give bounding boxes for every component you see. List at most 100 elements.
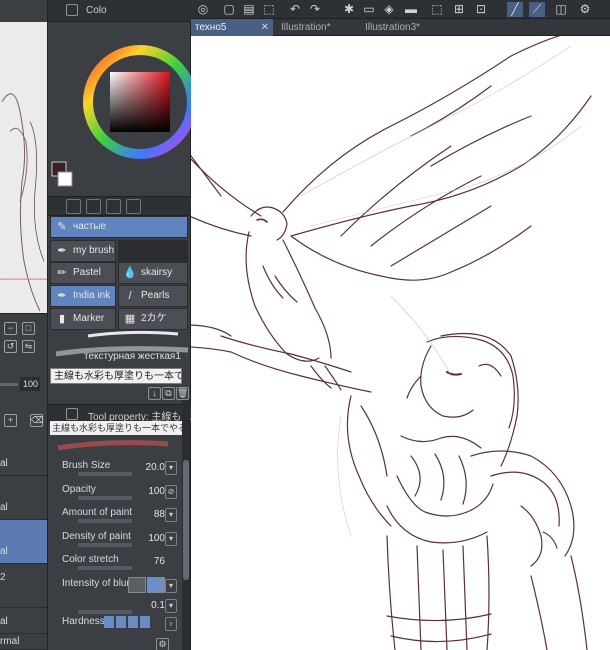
brush-size-slider[interactable] [78,472,132,476]
color-panel-title: Colo [86,5,107,16]
scrollbar-thumb[interactable] [183,460,189,580]
snap-grid-icon[interactable]: ◫ [553,2,569,17]
color-wheel-area[interactable] [48,22,191,192]
amount-of-paint-row[interactable]: Amount of paint 88 ▾ [48,505,191,528]
line-art-illustration [191,36,592,650]
tool-property-scrollbar[interactable] [182,400,190,650]
panel-menu-icon[interactable] [66,4,78,16]
pen-tab[interactable] [66,199,81,214]
grid-icon[interactable]: ⊡ [473,2,489,17]
link-icon[interactable]: ⊘ [165,485,177,499]
play-icon[interactable] [147,577,165,593]
amount-of-paint-slider[interactable] [78,519,132,523]
chevron-right-icon[interactable]: › [165,617,177,631]
drop-icon: 💧 [123,267,137,279]
ruler-icon[interactable]: ╱ [507,2,523,17]
dropdown-icon[interactable]: ▾ [165,532,177,546]
transform-icon[interactable]: ✱ [341,2,357,17]
brush-palette-tabs [48,196,191,216]
document-tab[interactable]: Illustration3* [361,19,451,36]
opacity-slider[interactable] [78,496,132,500]
pen-icon: / [128,290,132,302]
layer-row[interactable]: al [0,590,47,634]
document-tab[interactable]: Illustration* [277,19,359,36]
tool-property-header: Tool property: 主線も水彩も [48,404,211,423]
left-panel: Colo ✎ частые ✒ my brush ✏ Pastel 💧 skai… [48,0,211,650]
layer-opacity-value[interactable]: 100 [20,377,40,391]
sub-tool-item[interactable]: ▮ Marker [50,308,116,330]
brush-icon: ▦ [124,313,136,325]
settings-icon[interactable]: ⚙ [577,2,593,17]
dropdown-icon[interactable]: ▾ [165,461,177,475]
sub-tool-item[interactable]: / Pearls [118,285,188,307]
flip-icon[interactable]: ⇋ [22,340,35,353]
hardness-row[interactable]: Hardness › [48,614,191,637]
decoration-tab[interactable] [126,199,141,214]
layer-opacity-slider[interactable] [0,383,18,386]
color-stretch-slider[interactable] [78,566,132,570]
tool-property-stroke [48,436,191,456]
hardness-steps[interactable] [104,616,152,628]
sub-tool-item[interactable]: ✏ Pastel [50,262,116,284]
layer-row[interactable]: al [0,432,47,476]
color-wheel-icon[interactable] [48,22,191,192]
save-icon[interactable]: ⬚ [261,2,277,17]
snap-icon[interactable]: ⟋ [529,2,545,17]
tool-property-name: 主線も水彩も厚塗りも一本でやる当けのブラ [50,421,188,435]
sub-tool-item[interactable]: ▦ 2カケ [118,308,188,330]
blur-mode-a[interactable] [128,577,146,593]
selection-icon[interactable]: ⬚ [429,2,445,17]
brush-size-row[interactable]: Brush Size 20.0 ▾ [48,458,191,481]
sub-tool-item[interactable]: ✒ my brush [50,240,116,262]
airbrush-tab[interactable] [106,199,121,214]
document-tab[interactable]: техно5 ✕ [191,19,273,36]
density-of-paint-slider[interactable] [78,543,132,547]
selected-sub-tool[interactable]: 主線も水彩も厚塗りも一本で… [50,368,182,384]
opacity-row[interactable]: Opacity 100 ⊘ [48,482,191,505]
download-icon[interactable]: ↓ [148,387,161,400]
brush-tab[interactable] [86,199,101,214]
undo-icon[interactable]: ↶ [287,2,303,17]
copy-icon[interactable]: ⧉ [162,387,175,400]
new-file-icon[interactable]: ▢ [221,2,237,17]
redo-icon[interactable]: ↷ [307,2,323,17]
dropdown-icon[interactable]: ▾ [165,579,177,593]
stroke-name-label: текстурная жесткая1 [84,351,181,362]
navigator-thumbnail[interactable] [0,22,47,314]
sub-tool-item[interactable]: ✎ частые [50,216,188,238]
app-logo-icon[interactable]: ◎ [195,2,211,17]
density-of-paint-row[interactable]: Density of paint 100 ▾ [48,529,191,552]
sub-tool-item[interactable]: ✒ India ink [50,285,116,307]
color-panel-header: Colo [48,0,191,22]
layer-row-selected[interactable]: al [0,520,47,564]
layer-row[interactable]: rmal [0,634,47,650]
close-icon[interactable]: ✕ [261,19,269,36]
top-toolbar: ◎ ▢ ▤ ⬚ ↶ ↷ ✱ ▭ ◈ ▬ ⬚ ⊞ ⊡ ╱ ⟋ ◫ ⚙ [191,0,610,19]
navigator-layer-column: − □ ↺ ⇋ 100 + ⌫ al al al 2 al rmal [0,0,48,650]
color-stretch-row[interactable]: Color stretch 76 [48,552,191,575]
zoom-out-icon[interactable]: − [4,322,17,335]
fit-icon[interactable]: □ [22,322,35,335]
rotate-icon[interactable]: ↺ [4,340,17,353]
clear-icon[interactable]: ▭ [361,2,377,17]
tool-property-icon[interactable] [66,408,78,420]
brush-preview-item[interactable] [118,240,188,262]
deselect-icon[interactable]: ▬ [403,2,419,17]
crop-icon[interactable]: ⊞ [451,2,467,17]
navigator-preview-image [0,22,47,313]
dropdown-icon[interactable]: ▾ [165,508,177,522]
sub-tool-item[interactable]: 💧 skairsy [118,262,188,284]
dropdown-icon[interactable]: ▾ [165,599,177,613]
pen-icon: ✒ [57,245,67,257]
layer-row[interactable]: al [0,476,47,520]
layer-delete-icon[interactable]: ⌫ [30,414,44,427]
drawing-canvas[interactable] [191,36,610,650]
fill-icon[interactable]: ◈ [381,2,397,17]
layer-add-icon[interactable]: + [4,414,17,427]
document-tabs: техно5 ✕ Illustration* Illustration3* [191,19,610,36]
settings-icon[interactable]: ⚙ [156,638,169,650]
open-file-icon[interactable]: ▤ [241,2,257,17]
marker-icon: ▮ [58,313,66,325]
brush-icon: ✎ [57,221,67,233]
trash-icon[interactable]: 🗑 [176,387,189,400]
